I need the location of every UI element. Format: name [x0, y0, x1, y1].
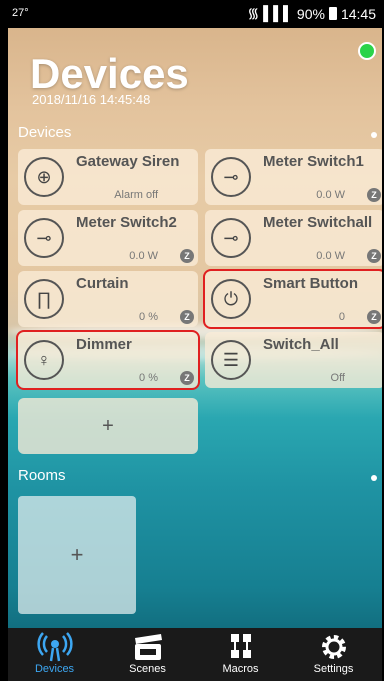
gear-icon: [316, 632, 352, 662]
device-name: Curtain: [76, 275, 129, 292]
add-room-button[interactable]: +: [18, 496, 136, 614]
device-card[interactable]: ♀ Dimmer 0 % Z: [16, 330, 200, 390]
switch-all-icon: ☰: [211, 340, 251, 380]
smart-button-icon: ⏻: [211, 279, 251, 319]
device-name: Switch_All: [263, 336, 339, 353]
tab-devices-label: Devices: [34, 663, 75, 675]
zwave-badge-icon: Z: [367, 249, 381, 263]
rooms-section-label: Rooms: [18, 467, 66, 484]
device-value: Alarm off: [114, 189, 158, 201]
device-card[interactable]: ⊸ Meter Switchall 0.0 W Z: [205, 210, 382, 266]
tab-scenes-label: Scenes: [129, 663, 166, 675]
device-value: 0.0 W: [316, 250, 345, 262]
device-card[interactable]: ⊸ Meter Switch1 0.0 W Z: [205, 149, 382, 205]
tab-macros[interactable]: Macros: [194, 628, 287, 681]
tab-devices[interactable]: Devices: [8, 628, 101, 681]
curtain-icon: ∏: [24, 279, 64, 319]
datetime: 2018/11/16 14:45:48: [32, 92, 151, 107]
connection-status-dot: [358, 42, 376, 60]
device-card[interactable]: ⊸ Meter Switch2 0.0 W Z: [18, 210, 198, 266]
devices-icon: [36, 632, 73, 662]
device-name: Gateway Siren: [76, 153, 180, 170]
device-card[interactable]: ☰ Switch_All Off: [205, 332, 382, 388]
tab-settings[interactable]: Settings: [287, 628, 380, 681]
zwave-badge-icon: Z: [180, 371, 194, 385]
macros-icon: [223, 632, 259, 662]
meter-switch-icon: ⊸: [24, 218, 64, 258]
meter-switch-icon: ⊸: [211, 218, 251, 258]
device-value: 0 %: [139, 311, 158, 323]
app-content: Devices 2018/11/16 14:45:48 Devices ⊕ Gat…: [8, 28, 382, 628]
tab-scenes[interactable]: Scenes: [101, 628, 194, 681]
device-name: Dimmer: [76, 336, 132, 353]
device-card[interactable]: ∏ Curtain 0 % Z: [18, 271, 198, 327]
page-title: Devices: [30, 50, 189, 97]
device-value: 0 %: [139, 372, 158, 384]
temperature-indicator: 27°: [12, 7, 29, 19]
device-name: Meter Switchall: [263, 214, 373, 231]
clapper-icon: [130, 632, 166, 662]
devices-section-label: Devices: [18, 124, 72, 141]
device-value: 0: [338, 311, 345, 323]
device-name: Smart Button: [263, 275, 358, 292]
device-name: Meter Switch2: [76, 214, 177, 231]
device-card[interactable]: ⏻ Smart Button 0 Z: [203, 269, 382, 329]
device-card[interactable]: ⊕ Gateway Siren Alarm off: [18, 149, 198, 205]
zwave-badge-icon: Z: [367, 188, 381, 202]
device-value: 0.0 W: [316, 189, 345, 201]
battery-icon: [328, 7, 337, 20]
zwave-badge-icon: Z: [180, 310, 194, 324]
battery-percent: 90%: [296, 5, 325, 22]
device-value: Off: [330, 372, 345, 384]
signal-icon: ᯾ ▌▌▌: [247, 5, 293, 21]
zwave-badge-icon: Z: [180, 249, 194, 263]
device-name: Meter Switch1: [263, 153, 364, 170]
zwave-badge-icon: Z: [367, 310, 381, 324]
bottom-tab-bar: Devices Scenes Macros Settings: [8, 628, 382, 681]
siren-icon: ⊕: [24, 157, 64, 197]
clock: 14:45: [340, 5, 376, 22]
rooms-section-menu[interactable]: [371, 475, 377, 481]
device-value: 0.0 W: [129, 250, 158, 262]
meter-switch-icon: ⊸: [211, 157, 251, 197]
status-bar: 27° ᯾ ▌▌▌ 90% 14:45: [0, 0, 384, 28]
tab-settings-label: Settings: [313, 663, 354, 675]
tab-macros-label: Macros: [222, 663, 259, 675]
devices-section-menu[interactable]: [371, 132, 377, 138]
status-right: ᯾ ▌▌▌ 90% 14:45: [247, 4, 376, 23]
add-device-button[interactable]: +: [18, 398, 198, 454]
bulb-icon: ♀: [24, 340, 64, 380]
